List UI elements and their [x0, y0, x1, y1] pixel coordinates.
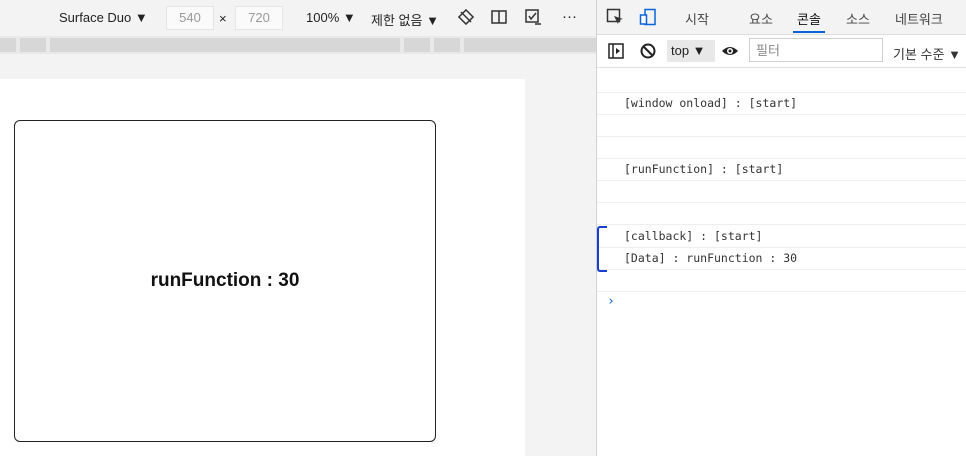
emulation-pane: Surface Duo ▼ 540 × 720 100% ▼ 제한 없음 ▼ ·…: [0, 0, 596, 456]
console-toolbar: top ▼ 필터 기본 수준 ▼: [597, 35, 966, 68]
tab-sources[interactable]: 소스: [846, 9, 870, 28]
device-toolbar: Surface Duo ▼ 540 × 720 100% ▼ 제한 없음 ▼ ·…: [0, 0, 596, 36]
rotate-icon[interactable]: [457, 8, 475, 26]
page-viewport: runFunction : 30: [0, 79, 525, 456]
devtools-pane: 시작 요소 콘솔 소스 네트워크 top ▼ 필터 기본 수준 ▼ [windo…: [596, 0, 966, 456]
log-row: [window onload] : [start]: [597, 92, 966, 115]
ruler-segment[interactable]: [464, 38, 596, 52]
ruler-segment[interactable]: [0, 38, 16, 52]
log-row-empty: [597, 180, 966, 203]
log-levels-select[interactable]: 기본 수준 ▼: [893, 44, 961, 63]
width-input[interactable]: 540: [166, 6, 214, 30]
log-row: [runFunction] : [start]: [597, 158, 966, 181]
ruler-segment[interactable]: [20, 38, 46, 52]
inspect-icon[interactable]: [606, 8, 624, 26]
log-row-empty: [597, 114, 966, 137]
highlight-bracket: [597, 226, 607, 272]
box-text: runFunction : 30: [150, 270, 300, 291]
media-query-ruler[interactable]: [0, 36, 596, 54]
log-row: [callback] : [start]: [597, 225, 966, 248]
log-row-empty: [597, 70, 966, 93]
content-box: runFunction : 30: [14, 120, 436, 442]
active-tab-indicator: [793, 31, 825, 33]
log-message: [callback] : [start]: [624, 229, 763, 243]
ruler-segment[interactable]: [434, 38, 460, 52]
more-options-icon[interactable]: ···: [562, 8, 577, 25]
tab-console[interactable]: 콘솔: [797, 9, 821, 28]
log-message: [window onload] : [start]: [624, 96, 798, 110]
tab-elements[interactable]: 요소: [749, 9, 773, 28]
throttle-select[interactable]: 제한 없음 ▼: [371, 10, 439, 29]
device-emulation-icon[interactable]: [639, 8, 657, 26]
device-select[interactable]: Surface Duo ▼: [59, 10, 148, 25]
log-row-empty: [597, 202, 966, 225]
log-row-empty: [597, 136, 966, 159]
dual-screen-icon[interactable]: [490, 8, 508, 26]
live-expression-eye-icon[interactable]: [721, 42, 739, 60]
clear-console-icon[interactable]: [639, 42, 657, 60]
tab-network[interactable]: 네트워크: [895, 9, 943, 28]
log-row: [Data] : runFunction : 30: [597, 247, 966, 270]
tab-welcome[interactable]: 시작: [685, 9, 709, 28]
log-message: [Data] : runFunction : 30: [624, 251, 798, 265]
devtools-tabbar: 시작 요소 콘솔 소스 네트워크: [597, 0, 966, 35]
ruler-segment[interactable]: [50, 38, 400, 52]
ruler-segment[interactable]: [404, 38, 430, 52]
filter-input[interactable]: 필터: [749, 38, 883, 62]
sidebar-toggle-icon[interactable]: [607, 42, 625, 60]
console-prompt[interactable]: ›: [607, 294, 615, 309]
height-input[interactable]: 720: [235, 6, 283, 30]
context-selector[interactable]: top ▼: [667, 40, 715, 62]
log-message: [runFunction] : [start]: [624, 162, 784, 176]
zoom-select[interactable]: 100% ▼: [306, 10, 356, 25]
capture-icon[interactable]: [524, 8, 542, 26]
times-label: ×: [219, 11, 227, 26]
log-row-empty: [597, 269, 966, 292]
